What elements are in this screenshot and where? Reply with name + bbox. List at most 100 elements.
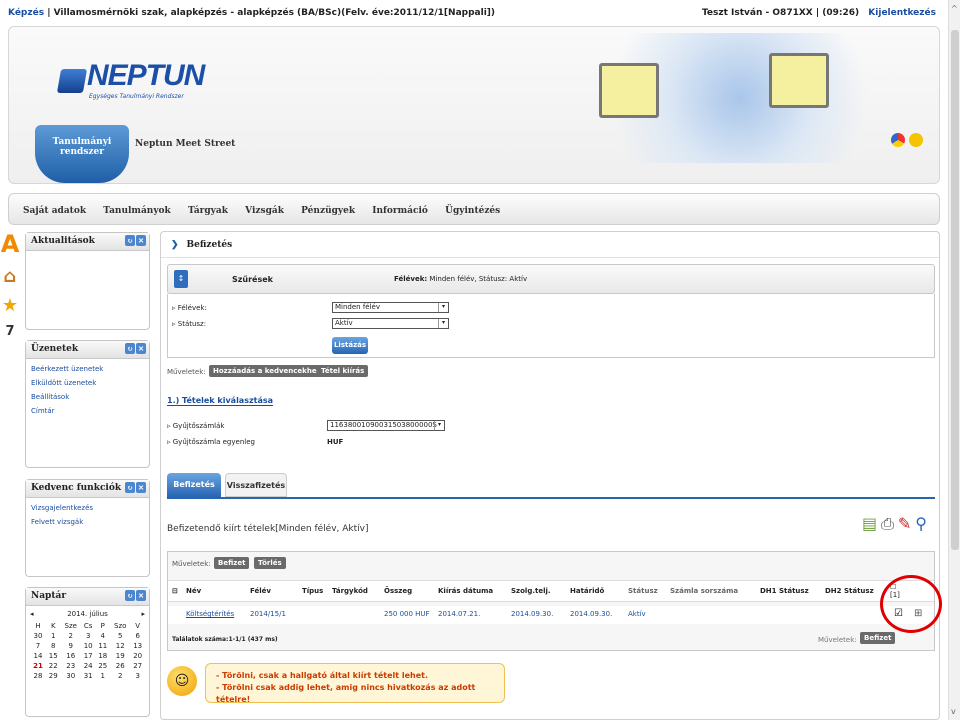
day[interactable]: 6 xyxy=(130,631,145,641)
befizet-button-top[interactable]: Befizet xyxy=(214,557,250,569)
select-all-icon[interactable]: ⊟ xyxy=(172,587,178,595)
next-month-icon[interactable]: ▸ xyxy=(141,610,145,618)
panel-refresh-icon[interactable]: ↻ xyxy=(125,343,135,354)
day[interactable]: 27 xyxy=(130,661,145,671)
day[interactable]: 29 xyxy=(46,671,61,681)
accessibility-icon[interactable] xyxy=(909,133,923,147)
col-dh2[interactable]: DH2 Státusz xyxy=(825,587,874,595)
col-nev[interactable]: Név xyxy=(186,587,201,595)
day[interactable]: 19 xyxy=(110,651,130,661)
statusz-select[interactable]: Aktív ▾ xyxy=(332,318,449,329)
page-scrollbar[interactable]: ^ v xyxy=(948,0,960,720)
tab-tanulmanyi-rendszer[interactable]: Tanulmányi rendszer xyxy=(35,125,129,183)
day[interactable]: 24 xyxy=(81,661,96,671)
day[interactable]: 15 xyxy=(46,651,61,661)
home-icon[interactable]: ⌂ xyxy=(0,266,20,287)
cell-nev[interactable]: Költségtérítés xyxy=(186,610,234,618)
day-today[interactable]: 21 xyxy=(30,661,46,671)
day[interactable]: 18 xyxy=(95,651,110,661)
panel-close-icon[interactable]: ✕ xyxy=(136,590,146,601)
befizet-button-bottom[interactable]: Befizet xyxy=(860,632,896,644)
chevron-down-icon[interactable]: ▾ xyxy=(434,421,444,430)
scroll-up-icon[interactable]: ^ xyxy=(951,4,958,13)
menu-targyak[interactable]: Tárgyak xyxy=(188,206,228,216)
prev-month-icon[interactable]: ◂ xyxy=(30,610,34,618)
day[interactable]: 5 xyxy=(110,631,130,641)
day[interactable]: 20 xyxy=(130,651,145,661)
menu-sajat-adatok[interactable]: Saját adatok xyxy=(23,206,86,216)
day[interactable]: 8 xyxy=(46,641,61,651)
col-szamla[interactable]: Számla sorszáma xyxy=(670,587,738,595)
color-theme-icon[interactable] xyxy=(891,133,905,147)
day[interactable]: 2 xyxy=(110,671,130,681)
link-felvett-vizsgak[interactable]: Felvett vizsgák xyxy=(31,518,149,526)
meet-street-link[interactable]: Neptun Meet Street xyxy=(135,139,235,149)
link-beerkezett[interactable]: Beérkezett üzenetek xyxy=(31,365,149,373)
export-excel-icon[interactable]: ▤ xyxy=(862,514,881,533)
link-cimtar[interactable]: Címtár xyxy=(31,407,149,415)
chevron-down-icon[interactable]: ▾ xyxy=(438,303,448,312)
panel-close-icon[interactable]: ✕ xyxy=(136,235,146,246)
link-beallitasok[interactable]: Beállítások xyxy=(31,393,149,401)
day[interactable]: 10 xyxy=(81,641,96,651)
day[interactable]: 7 xyxy=(30,641,46,651)
kepzes-link[interactable]: Képzés xyxy=(8,8,44,18)
day[interactable]: 30 xyxy=(61,671,81,681)
day[interactable]: 25 xyxy=(95,661,110,671)
panel-close-icon[interactable]: ✕ xyxy=(136,482,146,493)
day[interactable]: 3 xyxy=(81,631,96,641)
torles-button[interactable]: Törlés xyxy=(254,557,286,569)
day[interactable]: 9 xyxy=(61,641,81,651)
col-osszeg[interactable]: Összeg xyxy=(384,587,412,595)
day[interactable]: 22 xyxy=(46,661,61,671)
col-szolg[interactable]: Szolg.telj. xyxy=(511,587,551,595)
tab-visszafizetes[interactable]: Visszafizetés xyxy=(225,473,287,497)
listazas-button[interactable]: Listázás xyxy=(332,337,368,354)
panel-refresh-icon[interactable]: ↻ xyxy=(125,590,135,601)
day[interactable]: 31 xyxy=(81,671,96,681)
day[interactable]: 30 xyxy=(30,631,46,641)
scroll-down-icon[interactable]: v xyxy=(951,707,956,716)
filter-header[interactable]: ↕ Szűrések Félévek: Minden félév, Státus… xyxy=(167,264,935,294)
day[interactable]: 28 xyxy=(30,671,46,681)
col-kiiras[interactable]: Kiírás dátuma xyxy=(438,587,493,595)
felevek-select[interactable]: Minden félév ▾ xyxy=(332,302,449,313)
col-dh1[interactable]: DH1 Státusz xyxy=(760,587,809,595)
calendar-icon[interactable]: 7 xyxy=(0,324,20,339)
menu-informacio[interactable]: Információ xyxy=(372,206,428,216)
collapse-filter-icon[interactable]: ↕ xyxy=(174,270,188,288)
menu-vizsgak[interactable]: Vizsgák xyxy=(245,206,284,216)
logout-link[interactable]: Kijelentkezés xyxy=(868,8,936,18)
link-vizsgajelentkezes[interactable]: Vizsgajelentkezés xyxy=(31,504,149,512)
day[interactable]: 23 xyxy=(61,661,81,671)
day[interactable]: 1 xyxy=(46,631,61,641)
neptun-logo[interactable]: NEPTUN Egységes Tanulmányi Rendszer xyxy=(56,59,205,100)
menu-penzugyek[interactable]: Pénzügyek xyxy=(301,206,355,216)
col-felev[interactable]: Félév xyxy=(250,587,271,595)
col-tipus[interactable]: Típus xyxy=(302,587,323,595)
day[interactable]: 13 xyxy=(130,641,145,651)
day[interactable]: 1 xyxy=(95,671,110,681)
panel-refresh-icon[interactable]: ↻ xyxy=(125,235,135,246)
favorites-star-icon[interactable]: ★ xyxy=(0,295,20,316)
day[interactable]: 3 xyxy=(130,671,145,681)
chevron-down-icon[interactable]: ▾ xyxy=(438,319,448,328)
link-elkuldott[interactable]: Elküldött üzenetek xyxy=(31,379,149,387)
panel-close-icon[interactable]: ✕ xyxy=(136,343,146,354)
table-row[interactable]: Költségtérítés 2014/15/1 250 000 HUF 201… xyxy=(168,606,934,624)
col-targykod[interactable]: Tárgykód xyxy=(332,587,368,595)
col-hatarido[interactable]: Határidő xyxy=(570,587,604,595)
gyujto-select[interactable]: 11638001090031503800000S ▾ xyxy=(327,420,445,431)
day[interactable]: 2 xyxy=(61,631,81,641)
search-icon[interactable]: ⚲ xyxy=(915,514,931,533)
day[interactable]: 12 xyxy=(110,641,130,651)
add-favorites-button[interactable]: Hozzáadás a kedvencekhez xyxy=(209,365,325,377)
menu-ugyintezes[interactable]: Ügyintézés xyxy=(445,206,500,216)
day[interactable]: 11 xyxy=(95,641,110,651)
print-item-button[interactable]: Tétel kiírás xyxy=(317,365,369,377)
day[interactable]: 16 xyxy=(61,651,81,661)
day[interactable]: 4 xyxy=(95,631,110,641)
col-statusz[interactable]: Státusz xyxy=(628,587,658,595)
tab-befizetes[interactable]: Befizetés xyxy=(167,473,221,497)
panel-refresh-icon[interactable]: ↻ xyxy=(125,482,135,493)
